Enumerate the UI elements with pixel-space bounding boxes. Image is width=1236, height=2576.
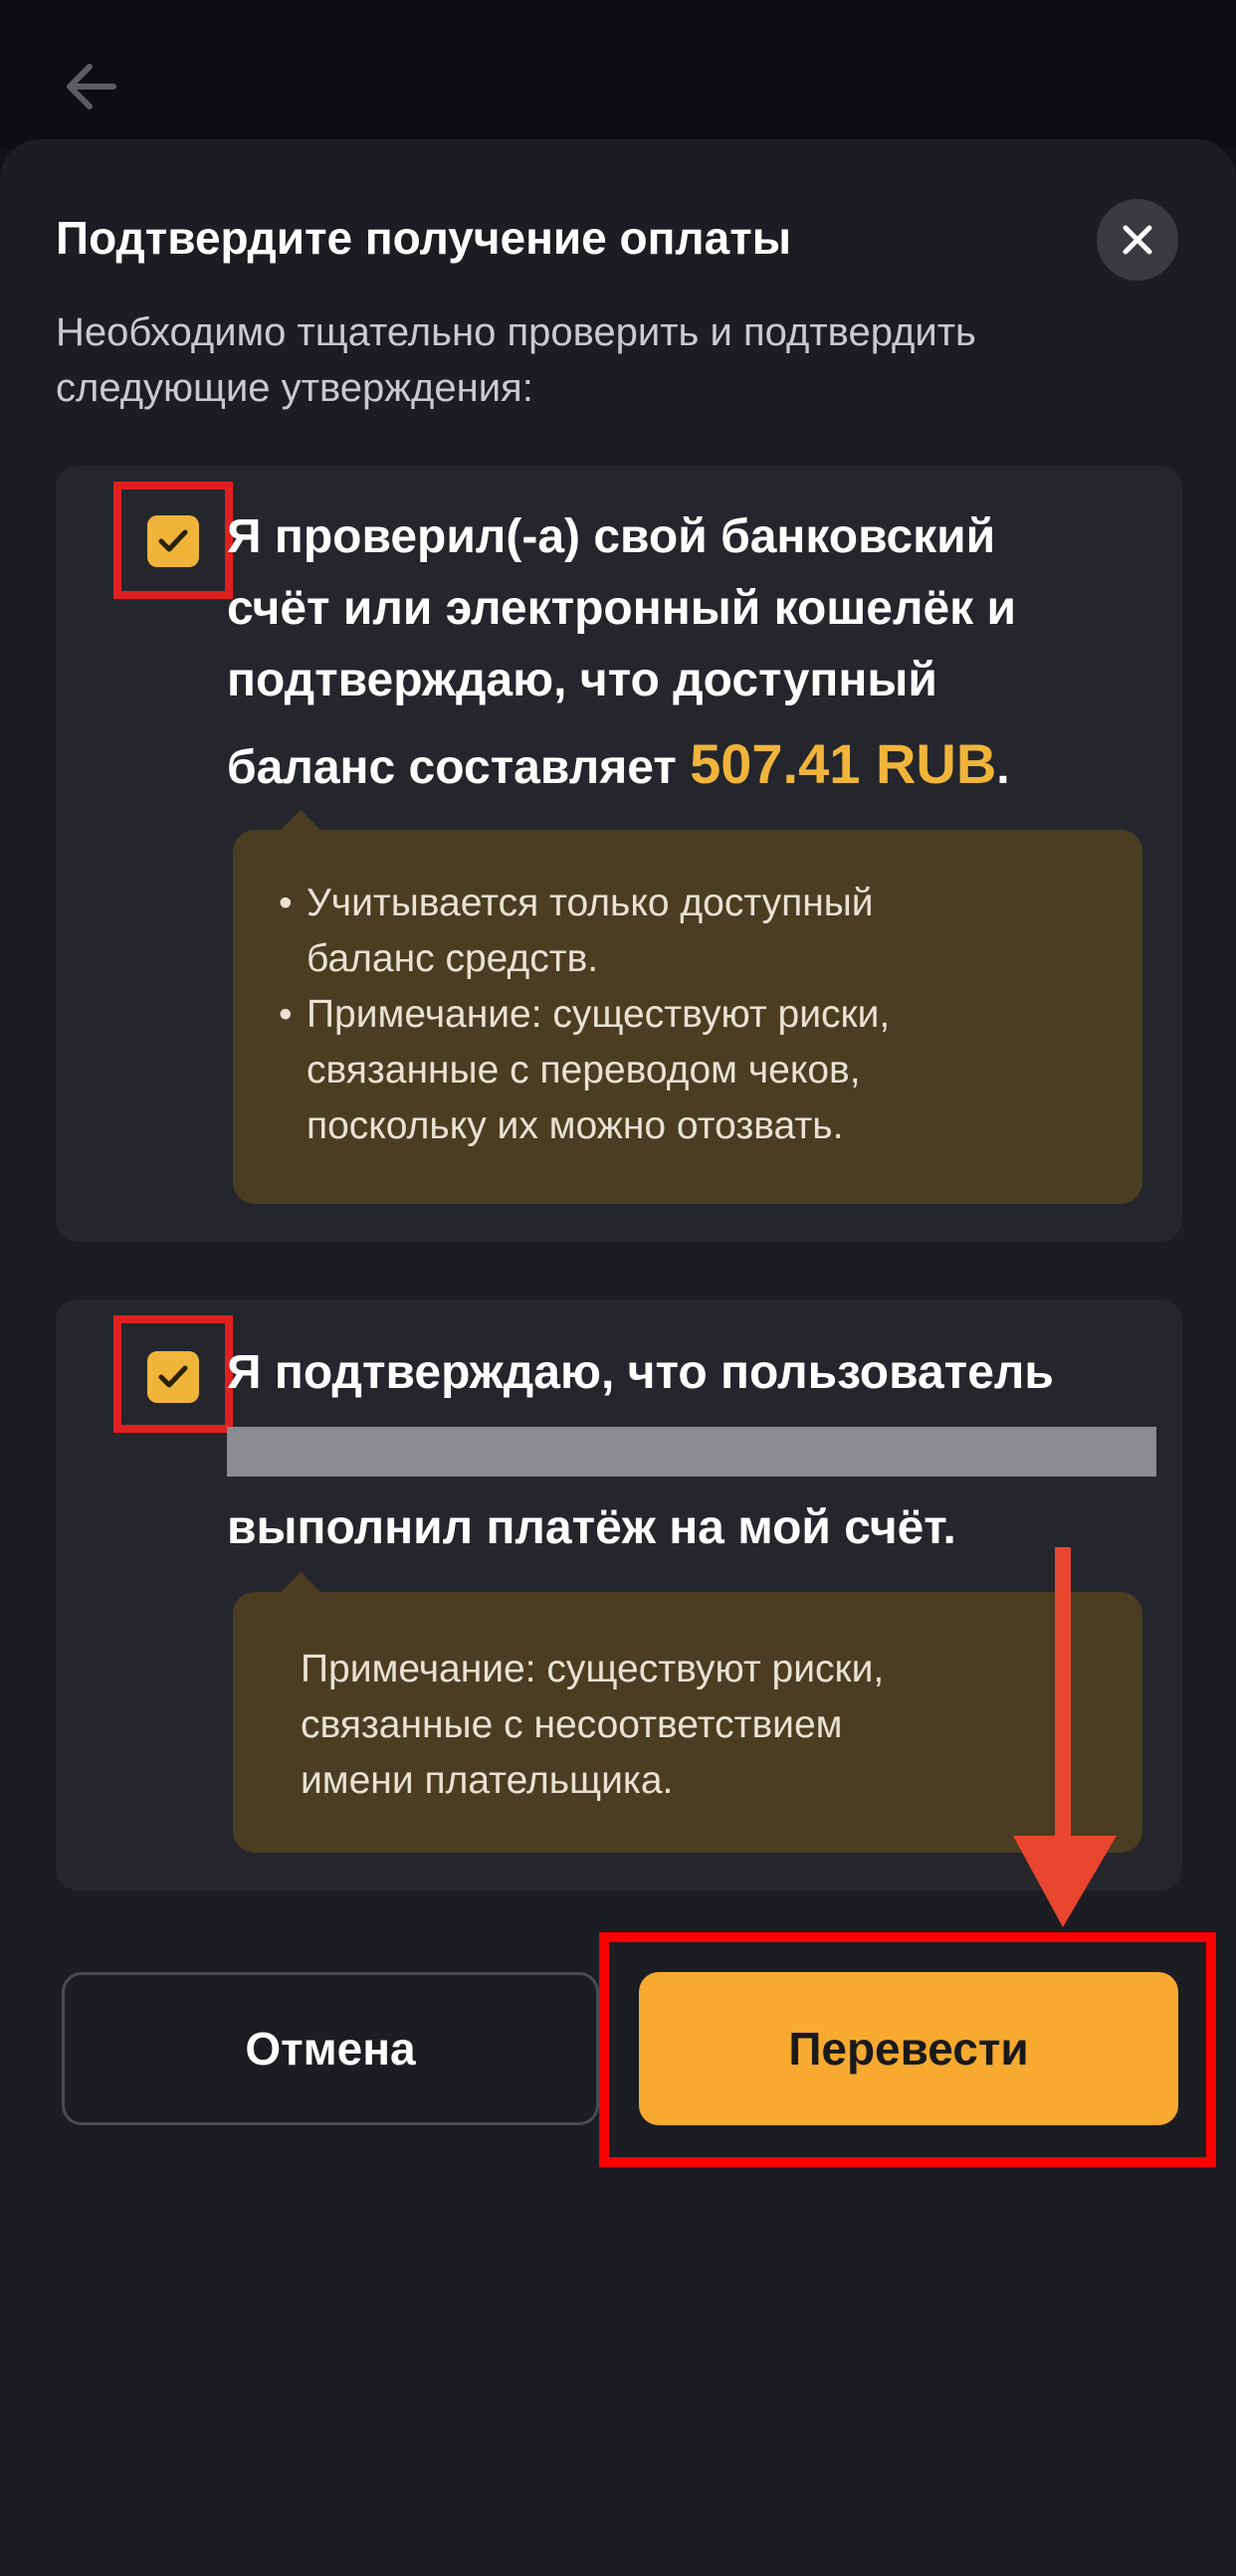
balance-period: . bbox=[996, 741, 1010, 794]
close-icon bbox=[1123, 225, 1152, 255]
note-item-1-line-2: баланс средств. bbox=[307, 937, 599, 980]
top-bar bbox=[0, 0, 1236, 149]
list-item: Примечание: существуют риски, связанные … bbox=[279, 987, 1103, 1154]
balance-statement-line-1: Я проверил(-а) свой банковский bbox=[227, 510, 996, 563]
payer-note-line-2: связанные с несоответствием bbox=[301, 1703, 843, 1746]
note-item-1-line-1: Учитывается только доступный bbox=[307, 882, 874, 924]
balance-statement-line-4: баланс составляет 507.41 RUB. bbox=[227, 728, 1123, 804]
note-item-2-line-2: связанные с переводом чеков, bbox=[307, 1049, 861, 1091]
note-item-2-line-3: поскольку их можно отозвать. bbox=[307, 1104, 844, 1147]
intro-line-1: Необходимо тщательно проверить и подтвер… bbox=[56, 316, 976, 354]
note-pointer bbox=[279, 1572, 322, 1594]
note-pointer bbox=[279, 810, 322, 832]
arrow-down-icon bbox=[1013, 1547, 1117, 1927]
checkbox-highlight-frame bbox=[113, 1315, 233, 1433]
note-item-2-line-1: Примечание: существуют риски, bbox=[307, 993, 891, 1036]
cancel-button[interactable]: Отмена bbox=[62, 1972, 599, 2125]
balance-label: баланс составляет bbox=[227, 741, 677, 794]
close-button[interactable] bbox=[1097, 199, 1178, 281]
intro-line-2: следующие утверждения: bbox=[56, 366, 533, 410]
transfer-button-highlight-frame bbox=[599, 1932, 1216, 2167]
list-item: Учитывается только доступный баланс сред… bbox=[279, 876, 1103, 987]
payer-statement-line-1: Я подтверждаю, что пользователь bbox=[227, 1346, 1054, 1399]
balance-note: Учитывается только доступный баланс сред… bbox=[233, 830, 1142, 1204]
balance-statement: Я проверил(-а) свой банковский счёт или … bbox=[227, 501, 1123, 804]
redacted-username bbox=[227, 1427, 1156, 1477]
balance-amount: 507.41 RUB bbox=[690, 732, 997, 795]
checkbox-highlight-frame bbox=[113, 482, 233, 599]
payer-note-line-1: Примечание: существуют риски, bbox=[301, 1648, 885, 1690]
balance-note-list: Учитывается только доступный баланс сред… bbox=[279, 876, 1103, 1154]
payer-note-line-3: имени плательщика. bbox=[301, 1759, 674, 1802]
intro-text: Необходимо тщательно проверить и подтвер… bbox=[56, 316, 1170, 438]
balance-statement-line-3: подтверждаю, что доступный bbox=[227, 654, 937, 706]
dialog-title: Подтвердите получение оплаты bbox=[56, 212, 792, 264]
balance-statement-line-2: счёт или электронный кошелёк и bbox=[227, 582, 1017, 635]
payer-statement-line-3: выполнил платёж на мой счёт. bbox=[227, 1501, 956, 1554]
arrow-left-icon[interactable] bbox=[58, 52, 127, 121]
